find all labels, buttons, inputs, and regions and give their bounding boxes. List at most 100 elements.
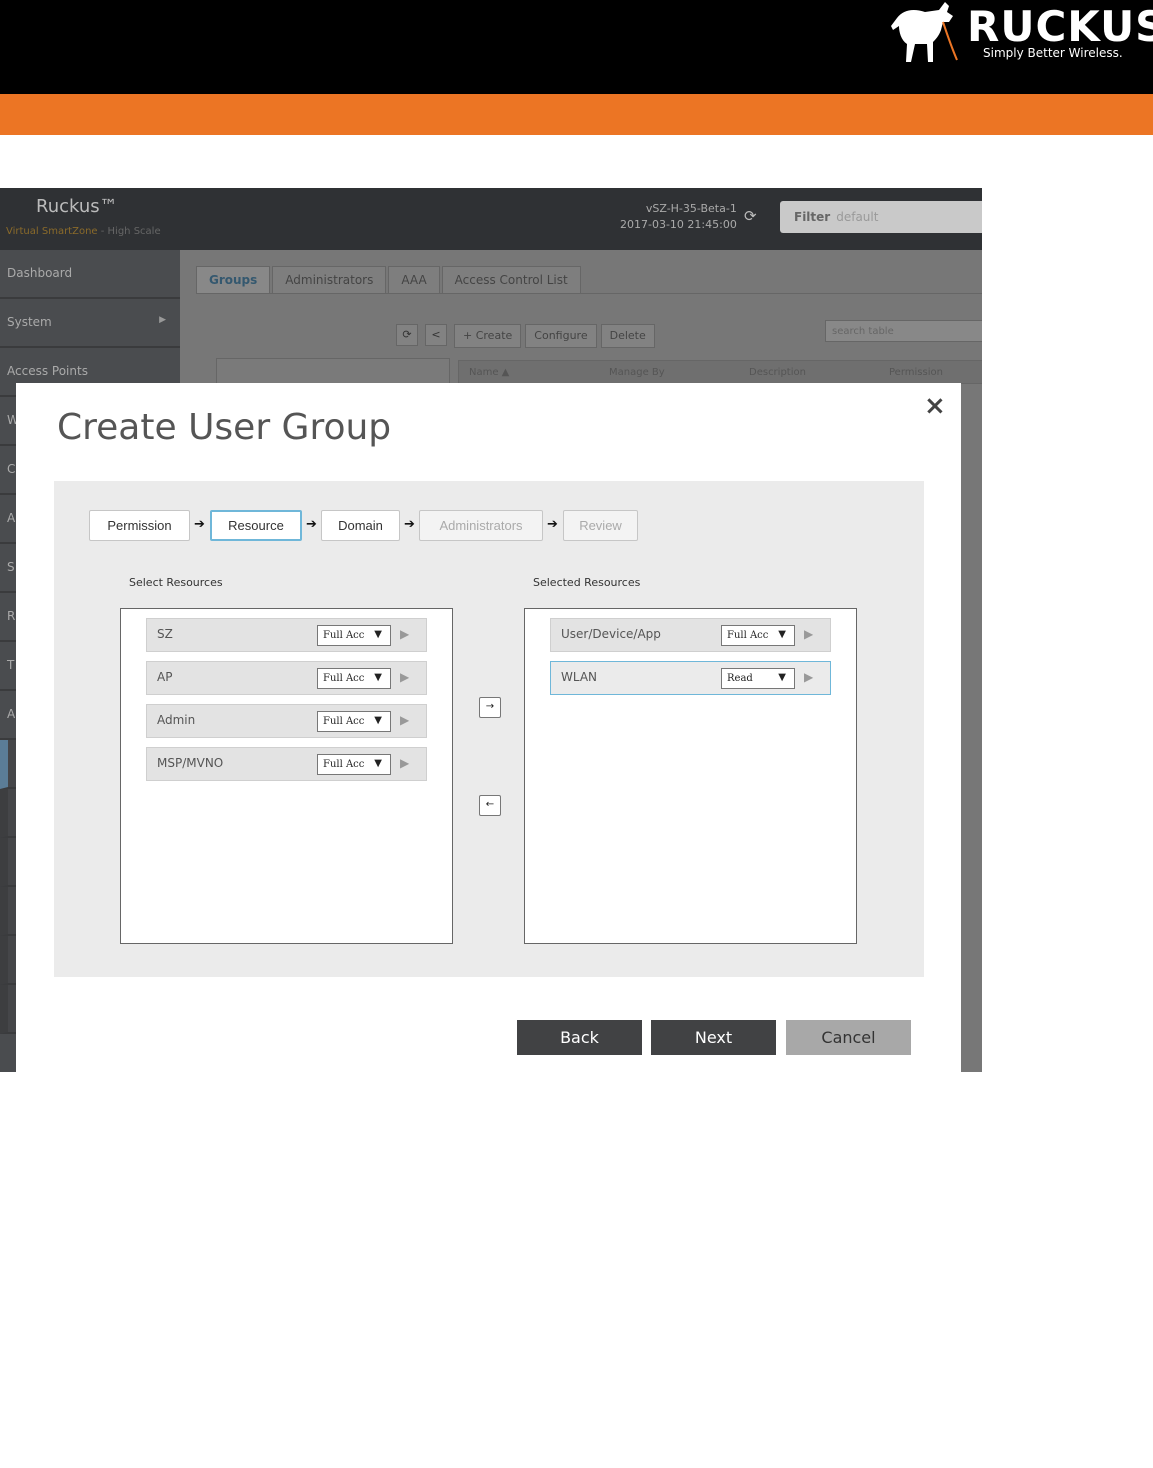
host-datetime: 2017-03-10 21:45:00 (620, 218, 737, 231)
access-select[interactable]: Full Acc ▼ (721, 625, 795, 646)
back-button[interactable]: Back (517, 1020, 642, 1055)
access-select[interactable]: Full Acc ▼ (317, 754, 391, 775)
filter-value: default (836, 210, 879, 224)
col-description[interactable]: Description (749, 367, 806, 378)
col-permission[interactable]: Permission (889, 367, 943, 378)
list-item[interactable]: WLAN Read ▼ ▶ (550, 661, 831, 695)
brand-tagline: Simply Better Wireless. (983, 46, 1123, 60)
list-item[interactable]: SZ Full Acc ▼ ▶ (146, 618, 427, 652)
access-select[interactable]: Full Acc ▼ (317, 625, 391, 646)
app-topbar: Ruckus™ Virtual SmartZone - High Scale v… (0, 188, 982, 250)
caret-down-icon: ▼ (374, 758, 382, 769)
table-header: Name ▲ Manage By Description Permission (458, 360, 982, 384)
caret-down-icon: ▼ (374, 629, 382, 640)
refresh-icon[interactable]: ⟳ (744, 207, 757, 225)
dog-logo-icon (891, 2, 958, 62)
refresh-icon[interactable]: ⟳ (396, 324, 418, 346)
configure-button[interactable]: Configure (525, 324, 597, 348)
list-item[interactable]: AP Full Acc ▼ ▶ (146, 661, 427, 695)
list-item[interactable]: Admin Full Acc ▼ ▶ (146, 704, 427, 738)
toolbar: ⟳ < + Create Configure Delete (396, 324, 659, 348)
step-domain[interactable]: Domain (321, 510, 400, 541)
caret-down-icon: ▼ (374, 672, 382, 683)
sidebar-item-system[interactable]: System ▶ (0, 299, 180, 348)
step-resource[interactable]: Resource (210, 510, 302, 541)
caret-down-icon: ▼ (778, 629, 786, 640)
sidebar-item-dashboard[interactable]: Dashboard (0, 250, 180, 299)
caret-down-icon: ▼ (374, 715, 382, 726)
remove-resource-button[interactable]: ← (479, 795, 501, 816)
play-icon[interactable]: ▶ (400, 670, 409, 684)
selected-resources-list: User/Device/App Full Acc ▼ ▶ WLAN Read ▼ ▶ (524, 608, 857, 944)
play-icon[interactable]: ▶ (400, 756, 409, 770)
filter-label: Filter (794, 210, 831, 224)
tab-divider (196, 293, 982, 294)
delete-label: Delete (609, 329, 646, 342)
sidebar-item-label: A (7, 707, 16, 721)
host-name: vSZ-H-35-Beta-1 (645, 202, 737, 215)
delete-button[interactable]: Delete (600, 324, 655, 348)
list-item[interactable]: MSP/MVNO Full Acc ▼ ▶ (146, 747, 427, 781)
create-user-group-dialog: Create User Group × Permission ➔ Resourc… (16, 383, 961, 1072)
sidebar-item-label: Access Points (7, 364, 88, 378)
cancel-button[interactable]: Cancel (786, 1020, 911, 1055)
available-resources-list: SZ Full Acc ▼ ▶ AP Full Acc ▼ ▶ Admin Full… (120, 608, 453, 944)
filter-box[interactable]: Filter default (780, 201, 982, 233)
col-manage-by[interactable]: Manage By (609, 367, 665, 378)
resource-name: WLAN (561, 670, 598, 684)
tab-groups[interactable]: Groups (196, 266, 271, 294)
wizard-panel: Permission ➔ Resource ➔ Domain ➔ Adminis… (54, 481, 924, 977)
doc-header: RUCKUS Simply Better Wireless. (0, 0, 1153, 94)
sidebar-item-label: S (7, 560, 15, 574)
close-icon[interactable]: × (924, 391, 946, 421)
host-info: vSZ-H-35-Beta-1 2017-03-10 21:45:00 (620, 201, 737, 233)
step-permission[interactable]: Permission (89, 510, 190, 541)
sidebar-item-label: R (7, 609, 16, 623)
next-button[interactable]: Next (651, 1020, 776, 1055)
app-logo: Ruckus™ (36, 196, 118, 217)
resource-name: User/Device/App (561, 627, 661, 641)
search-table-input[interactable]: search table (825, 320, 982, 342)
resource-name: MSP/MVNO (157, 756, 224, 770)
app-subtitle: Virtual SmartZone - High Scale (6, 226, 161, 237)
tab-administrators[interactable]: Administrators (272, 266, 387, 294)
step-administrators[interactable]: Administrators (419, 510, 543, 541)
sidebar-item-label: System (7, 315, 52, 329)
collapse-icon[interactable]: < (425, 324, 447, 346)
selected-resources-label: Selected Resources (533, 576, 641, 589)
chevron-right-icon: ▶ (159, 315, 166, 325)
add-resource-button[interactable]: → (479, 697, 501, 718)
resource-name: SZ (157, 627, 173, 641)
product-scale: - High Scale (97, 226, 161, 237)
play-icon[interactable]: ▶ (400, 627, 409, 641)
access-select[interactable]: Full Acc ▼ (317, 668, 391, 689)
access-value: Read (727, 673, 753, 684)
configure-label: Configure (534, 329, 588, 342)
tab-bar: Groups Administrators AAA Access Control… (196, 266, 583, 294)
access-select[interactable]: Read ▼ (721, 668, 795, 689)
play-icon[interactable]: ▶ (804, 670, 813, 684)
create-label: Create (475, 329, 513, 342)
play-icon[interactable]: ▶ (804, 627, 813, 641)
sidebar-item-label: A (7, 511, 16, 525)
list-item[interactable]: User/Device/App Full Acc ▼ ▶ (550, 618, 831, 652)
step-review[interactable]: Review (563, 510, 638, 541)
arrow-right-icon: ➔ (404, 517, 415, 532)
doc-orange-band (0, 94, 1153, 135)
tab-access-control-list[interactable]: Access Control List (441, 266, 581, 294)
access-select[interactable]: Full Acc ▼ (317, 711, 391, 732)
arrow-right-icon: ➔ (194, 517, 205, 532)
caret-down-icon: ▼ (778, 672, 786, 683)
sidebar-item-label: T (7, 658, 15, 672)
arrow-right-icon: ➔ (306, 517, 317, 532)
access-value: Full Acc (323, 759, 365, 770)
tab-aaa[interactable]: AAA (388, 266, 440, 294)
access-value: Full Acc (323, 630, 365, 641)
access-value: Full Acc (323, 673, 365, 684)
col-name[interactable]: Name ▲ (469, 367, 509, 378)
resource-name: Admin (157, 713, 196, 727)
play-icon[interactable]: ▶ (400, 713, 409, 727)
create-button[interactable]: + Create (454, 324, 522, 348)
product-name: Virtual SmartZone (6, 226, 98, 237)
sidebar-item-label: Dashboard (7, 266, 73, 280)
